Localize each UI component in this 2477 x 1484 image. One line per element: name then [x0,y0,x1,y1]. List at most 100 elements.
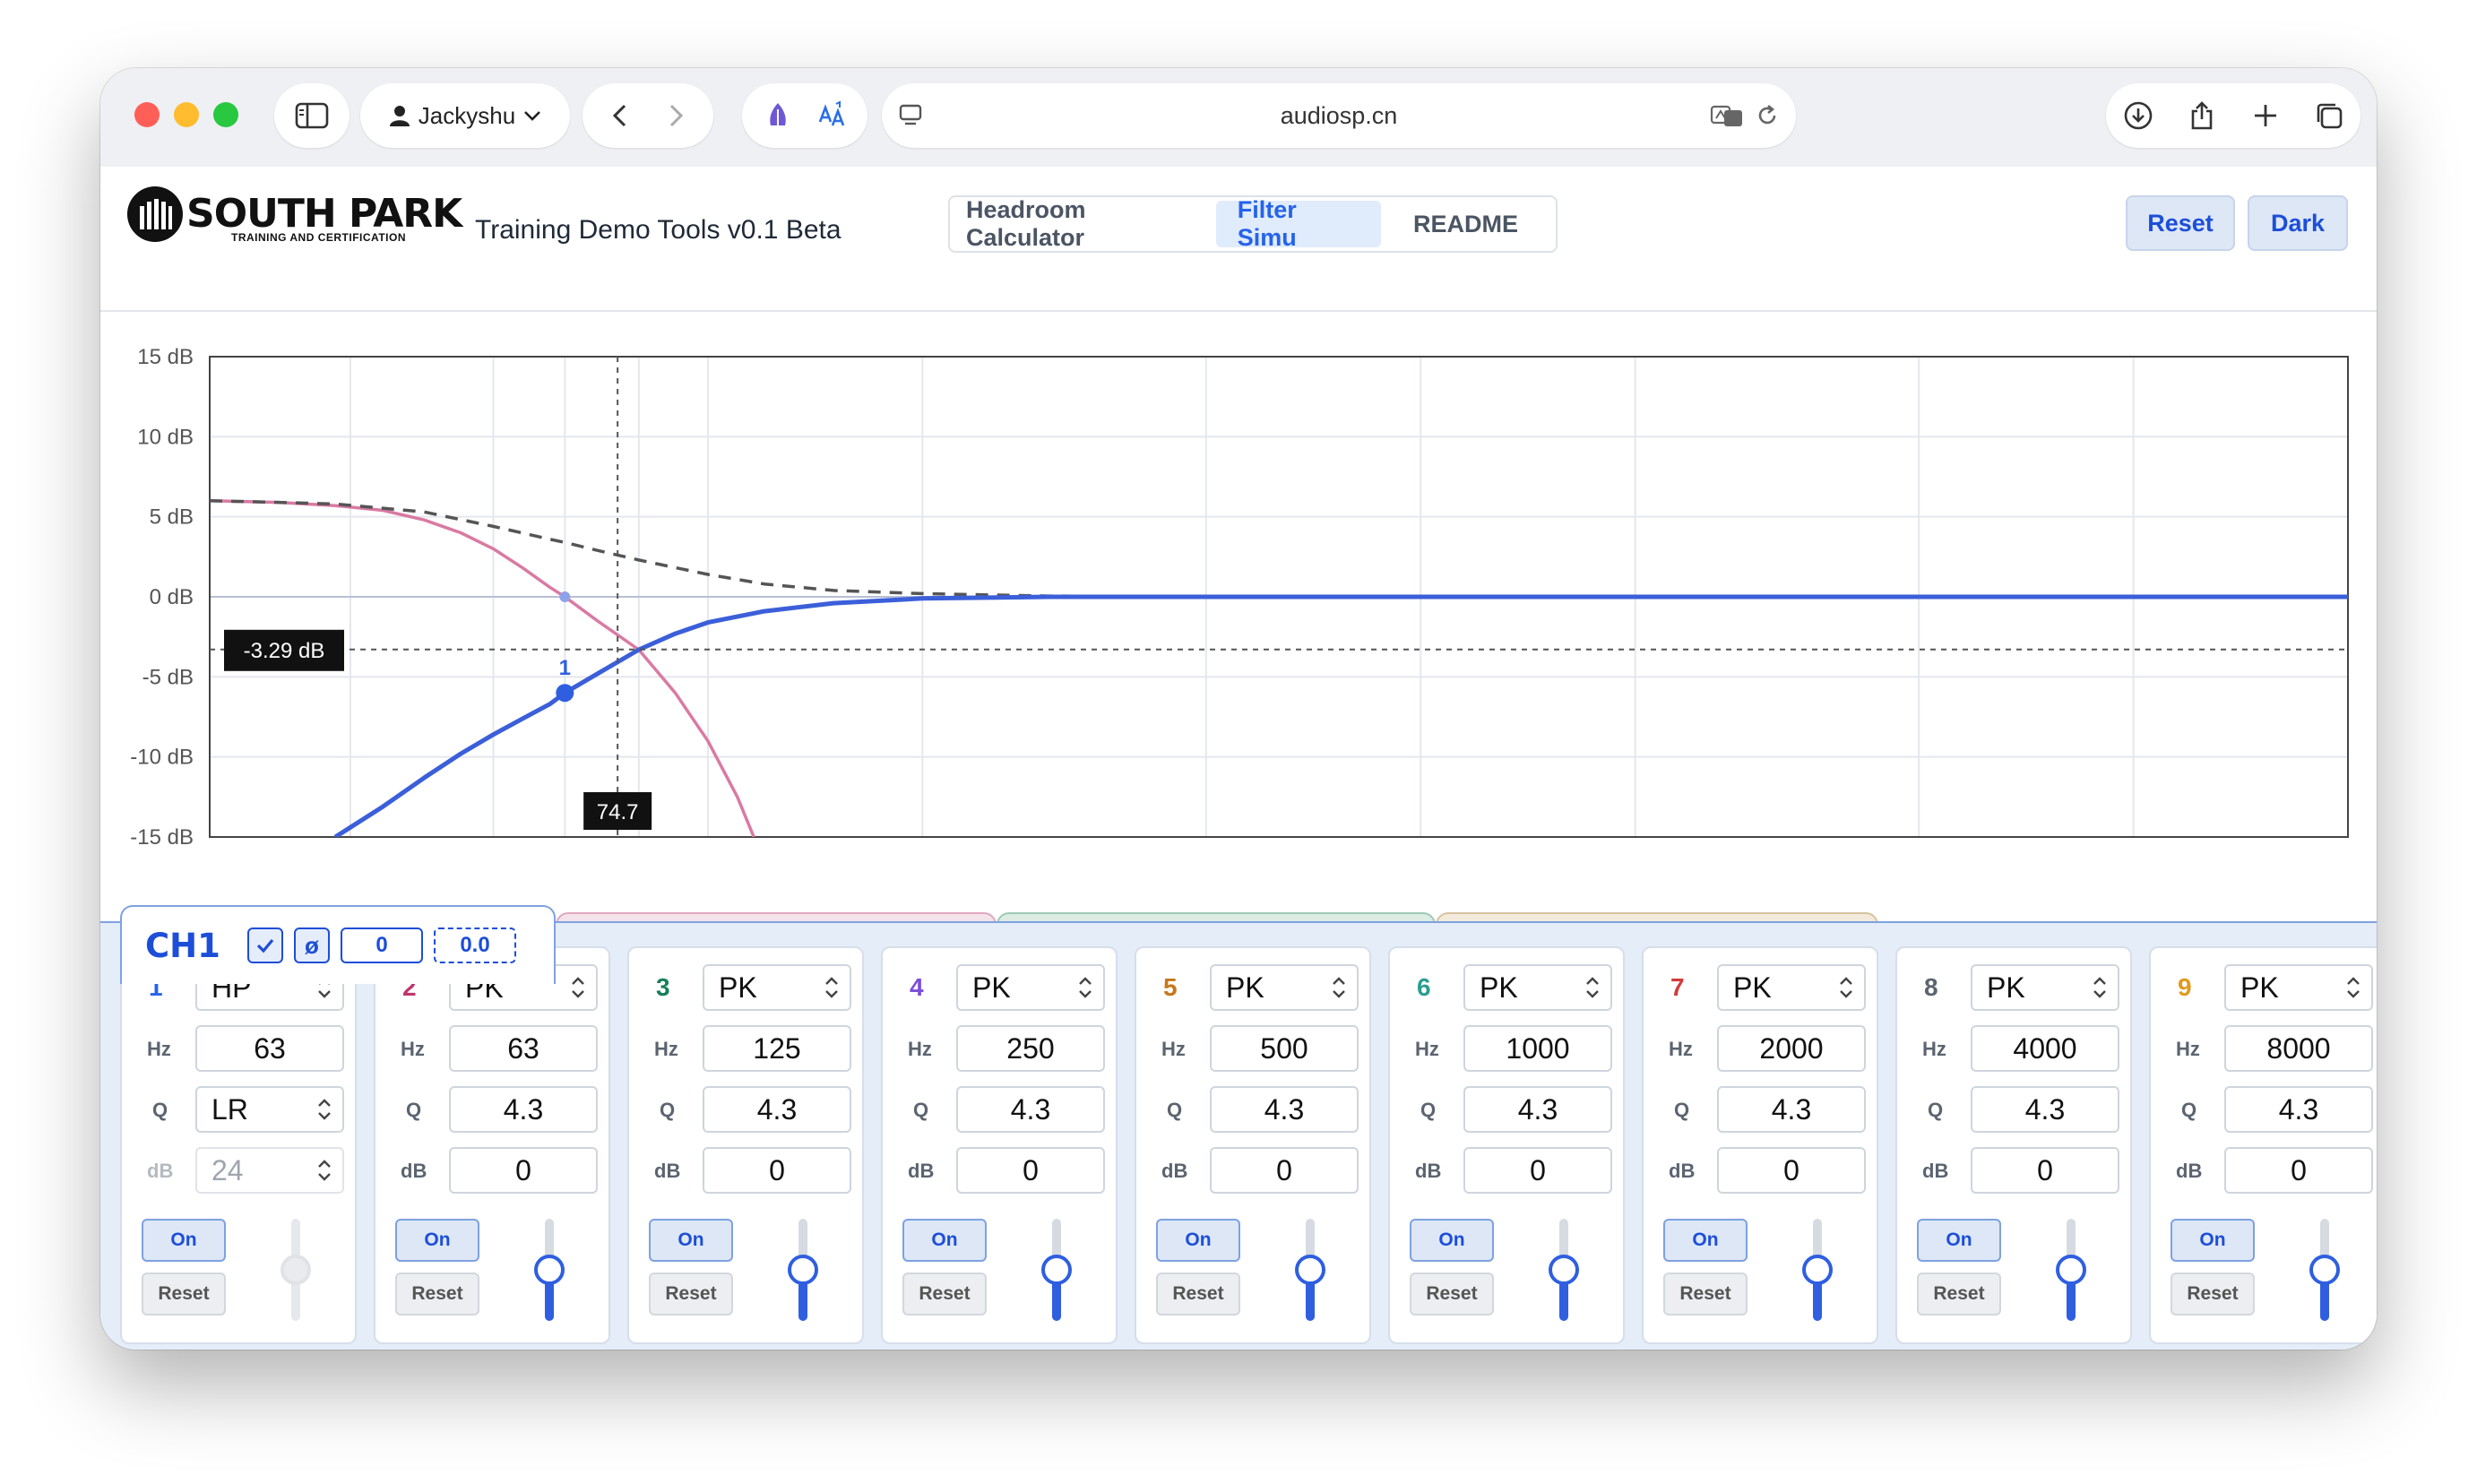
band-type-select[interactable]: PK [956,964,1105,1011]
gain-input[interactable]: 0 [449,1147,598,1194]
band-reset-button[interactable]: Reset [2171,1273,2255,1316]
q-input[interactable]: 4.3 [1210,1086,1359,1133]
band-type-select[interactable]: PK [1717,964,1866,1011]
slider-thumb[interactable] [1549,1255,1579,1285]
frequency-input[interactable]: 125 [703,1025,851,1072]
back-button[interactable] [594,89,648,142]
band-reset-button[interactable]: Reset [1410,1273,1494,1316]
gain-input[interactable]: 0 [956,1147,1105,1194]
band-type-select[interactable]: PK [703,964,851,1011]
frequency-input[interactable]: 63 [449,1025,598,1072]
slider-thumb[interactable] [1802,1255,1833,1285]
gain-input[interactable]: 0 [1210,1147,1359,1194]
band-marker-point[interactable] [556,684,574,703]
tab-filter-simu[interactable]: Filter Simu [1215,196,1381,251]
tab-readme[interactable]: README [1381,201,1550,247]
band-on-button[interactable]: On [902,1219,987,1262]
frequency-input[interactable]: 250 [956,1025,1105,1072]
gain-slider[interactable] [280,1212,312,1328]
band-on-button[interactable]: On [395,1219,479,1262]
band-on-button[interactable]: On [1663,1219,1748,1262]
band-reset-button[interactable]: Reset [395,1273,479,1316]
translate-button[interactable] [805,89,859,142]
band-on-button[interactable]: On [142,1219,226,1262]
gain-slider[interactable] [1294,1212,1326,1328]
minimize-window-button[interactable] [174,102,199,127]
gain-slider[interactable] [2309,1212,2341,1328]
gain-slider[interactable] [1040,1212,1073,1328]
gain-input[interactable]: 0 [1717,1147,1866,1194]
q-input[interactable]: 4.3 [703,1086,851,1133]
new-tab-button[interactable] [2239,89,2292,142]
q-label: Q [152,1099,168,1121]
tab-overview-button[interactable] [2302,89,2356,142]
extension-button[interactable] [751,89,805,142]
q-input[interactable]: 4.3 [1463,1086,1612,1133]
close-window-button[interactable] [134,102,160,127]
channel-phase-toggle[interactable]: ø [294,928,330,963]
gain-slider[interactable] [787,1212,819,1328]
slider-thumb[interactable] [2056,1255,2086,1285]
q-input[interactable]: 4.3 [1717,1086,1866,1133]
band-reset-button[interactable]: Reset [902,1273,987,1316]
chart-svg[interactable]: 15 dB10 dB5 dB0 dB-5 dB-10 dB-15 dB2031.… [100,310,2377,885]
dark-mode-button[interactable]: Dark [2248,195,2348,251]
band-reset-button[interactable]: Reset [1917,1273,2001,1316]
band-on-button[interactable]: On [1156,1219,1240,1262]
slider-thumb[interactable] [280,1255,311,1285]
slider-thumb[interactable] [1295,1255,1325,1285]
frequency-input[interactable]: 8000 [2224,1025,2373,1072]
download-button[interactable] [2111,89,2165,142]
channel-tab-1[interactable]: CH1 ø 0 0.0 [120,905,556,984]
q-input[interactable]: 4.3 [1971,1086,2119,1133]
frequency-response-chart[interactable]: 15 dB10 dB5 dB0 dB-5 dB-10 dB-15 dB2031.… [100,310,2377,885]
q-input[interactable]: 4.3 [2224,1086,2373,1133]
gain-input[interactable]: 24 [195,1147,344,1194]
band-on-button[interactable]: On [1917,1219,2001,1262]
frequency-input[interactable]: 4000 [1971,1025,2119,1072]
q-input[interactable]: 4.3 [449,1086,598,1133]
channel-enable-checkbox[interactable] [247,928,283,963]
band-reset-button[interactable]: Reset [1156,1273,1240,1316]
forward-button[interactable] [648,89,702,142]
slider-thumb[interactable] [788,1255,818,1285]
reset-button[interactable]: Reset [2126,195,2235,251]
band-type-select[interactable]: PK [1463,964,1612,1011]
gain-slider[interactable] [2055,1212,2087,1328]
frequency-input[interactable]: 1000 [1463,1025,1612,1072]
download-icon [2124,101,2152,130]
gain-input[interactable]: 0 [1463,1147,1612,1194]
band-on-button[interactable]: On [2171,1219,2255,1262]
gain-slider[interactable] [1801,1212,1834,1328]
slider-thumb[interactable] [1041,1255,1072,1285]
q-input[interactable]: 4.3 [956,1086,1105,1133]
zoom-window-button[interactable] [213,102,238,127]
gain-slider[interactable] [1548,1212,1580,1328]
gain-input[interactable]: 0 [703,1147,851,1194]
q-input[interactable]: LR [195,1086,344,1133]
reload-icon[interactable] [1755,103,1780,128]
sidebar-button[interactable] [274,83,350,148]
slider-thumb[interactable] [2309,1255,2340,1285]
gain-slider[interactable] [533,1212,565,1328]
translate-page-icon[interactable] [1710,103,1744,128]
band-reset-button[interactable]: Reset [649,1273,733,1316]
slider-thumb[interactable] [534,1255,565,1285]
frequency-input[interactable]: 63 [195,1025,344,1072]
share-button[interactable] [2175,89,2229,142]
gain-input[interactable]: 0 [2224,1147,2373,1194]
band-type-select[interactable]: PK [1971,964,2119,1011]
address-bar[interactable]: audiosp.cn [882,83,1796,148]
band-on-button[interactable]: On [1410,1219,1494,1262]
gain-input[interactable]: 0 [1971,1147,2119,1194]
profile-button[interactable]: Jackyshu [360,83,570,148]
tab-headroom-calculator[interactable]: Headroom Calculator [955,196,1216,251]
band-reset-button[interactable]: Reset [142,1273,226,1316]
channel-value[interactable]: 0 [341,928,423,963]
band-type-select[interactable]: PK [1210,964,1359,1011]
band-reset-button[interactable]: Reset [1663,1273,1748,1316]
frequency-input[interactable]: 2000 [1717,1025,1866,1072]
frequency-input[interactable]: 500 [1210,1025,1359,1072]
band-type-select[interactable]: PK [2224,964,2373,1011]
band-on-button[interactable]: On [649,1219,733,1262]
